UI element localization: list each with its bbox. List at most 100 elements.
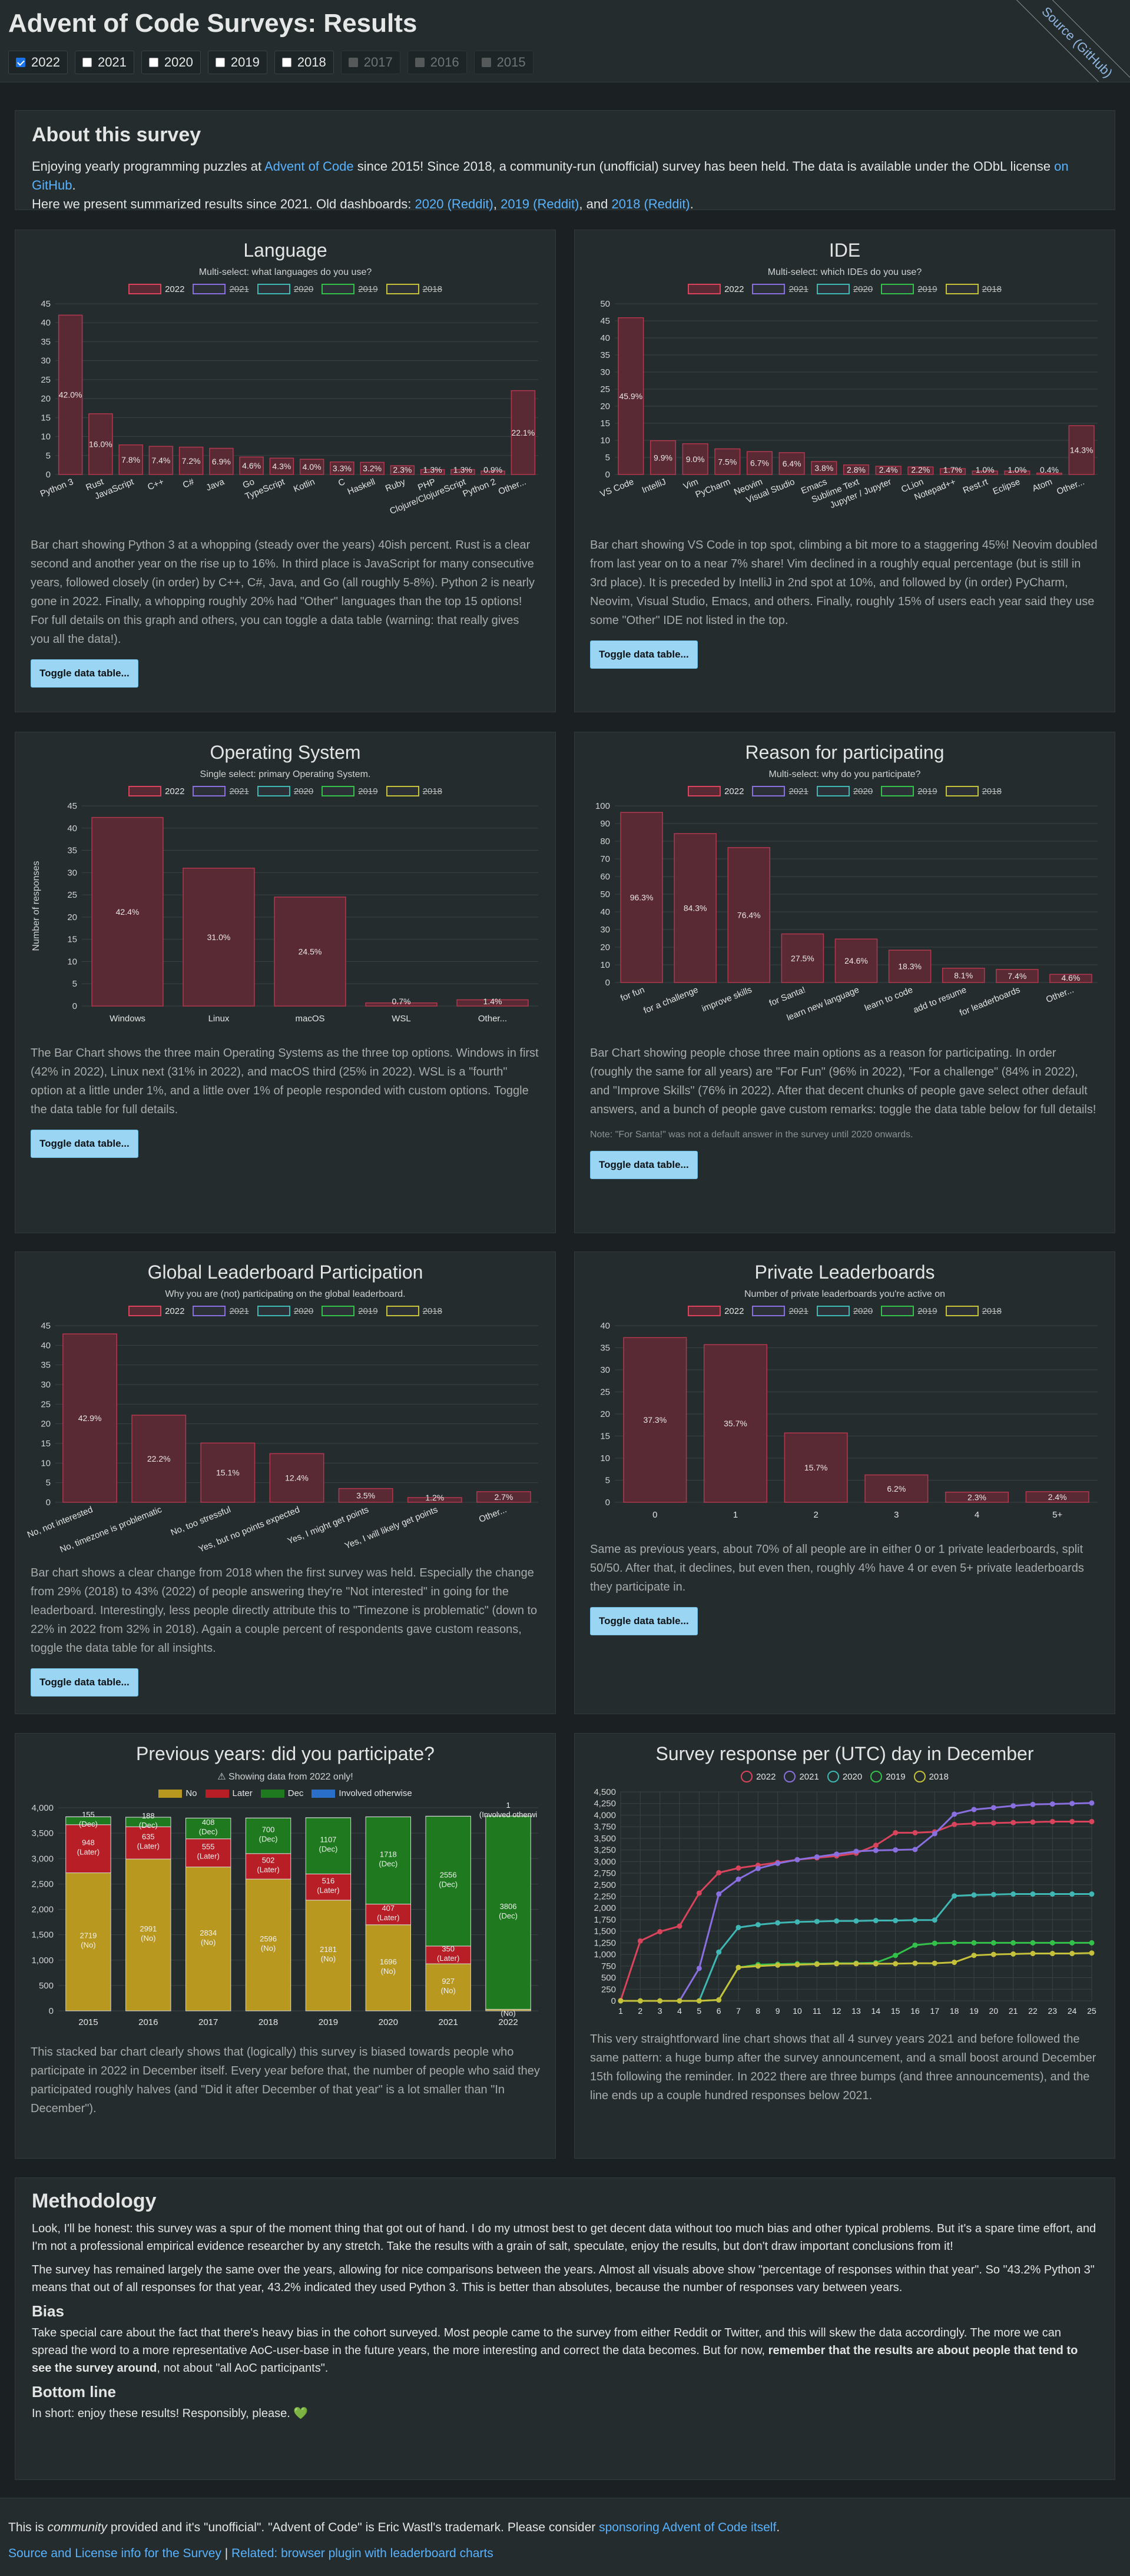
legend-item-2022[interactable]: 2022 (128, 1306, 184, 1316)
browser-plugin-link[interactable]: Related: browser plugin with leaderboard… (231, 2547, 493, 2560)
legend-item-2021[interactable]: 2021 (752, 786, 808, 796)
bar-data-label: 14.3% (1070, 446, 1093, 455)
series-point (794, 1857, 800, 1863)
legend-item-2021[interactable]: 2021 (193, 786, 249, 796)
legend-item-2021[interactable]: 2021 (784, 1771, 819, 1782)
toggle-data-table-button[interactable]: Toggle data table... (590, 1151, 698, 1179)
legend-item-2020[interactable]: 2020 (816, 1306, 873, 1316)
y-tick-label: 1,500 (31, 1930, 54, 1940)
toggle-data-table-button[interactable]: Toggle data table... (31, 1130, 138, 1158)
legend-item-2020[interactable]: 2020 (257, 284, 313, 294)
series-point (716, 1949, 722, 1955)
source-license-link[interactable]: Source and License info for the Survey (8, 2547, 221, 2560)
legend-item-2022[interactable]: 2022 (128, 786, 184, 796)
chart-note: Note: "For Santa!" was not a default ans… (590, 1130, 913, 1140)
legend-item-2018[interactable]: 2018 (386, 786, 442, 796)
legend-item[interactable]: Later (205, 1788, 253, 1798)
x-tick-label: for leaderboards (958, 985, 1022, 1018)
segment-data-label: (Dec) (259, 1835, 278, 1844)
legend-item-2020[interactable]: 2020 (257, 786, 313, 796)
x-tick-label: macOS (295, 1014, 324, 1024)
year-toggle-2020[interactable]: 2020 (141, 51, 201, 74)
toggle-data-table-button[interactable]: Toggle data table... (590, 1607, 698, 1635)
bar-data-label: 3.5% (356, 1491, 375, 1500)
legend-item-2019[interactable]: 2019 (870, 1771, 906, 1782)
series-point (1010, 1891, 1016, 1897)
y-tick-label: 25 (67, 890, 77, 900)
legend-item-2022[interactable]: 2022 (128, 284, 184, 294)
legend-item-2021[interactable]: 2021 (193, 1306, 249, 1316)
legend-item-2018[interactable]: 2018 (945, 786, 1002, 796)
checkbox-icon[interactable] (82, 58, 92, 67)
y-tick-label: 20 (67, 912, 77, 922)
methodology-p2: The survey has remained largely the same… (32, 2263, 1095, 2294)
legend-swatch (752, 1306, 786, 1316)
sponsor-link[interactable]: sponsoring Advent of Code itself (599, 2521, 776, 2534)
x-tick-label: Other... (1055, 477, 1086, 497)
legend-item-2020[interactable]: 2020 (257, 1306, 313, 1316)
about-section: About this survey Enjoying yearly progra… (15, 110, 1115, 211)
legend-item-2019[interactable]: 2019 (881, 284, 937, 294)
legend-item-2019[interactable]: 2019 (322, 284, 378, 294)
legend-label: Involved otherwise (339, 1788, 412, 1798)
x-tick-label: 2019 (319, 2017, 338, 2027)
legend-item-2018[interactable]: 2018 (386, 284, 442, 294)
legend-item-2020[interactable]: 2020 (827, 1771, 862, 1782)
legend-item-2018[interactable]: 2018 (945, 284, 1002, 294)
segment-data-label: 927 (442, 1977, 455, 1986)
checkbox-icon[interactable] (215, 58, 225, 67)
x-tick-label: 2022 (498, 2017, 518, 2027)
legend-item-2019[interactable]: 2019 (881, 1306, 937, 1316)
legend-item-2022[interactable]: 2022 (688, 786, 744, 796)
legend-item-2022[interactable]: 2022 (688, 1306, 744, 1316)
legend-item-2018[interactable]: 2018 (386, 1306, 442, 1316)
toggle-data-table-button[interactable]: Toggle data table... (31, 659, 138, 688)
legend-item-2019[interactable]: 2019 (881, 786, 937, 796)
legend-item-2018[interactable]: 2018 (913, 1771, 949, 1782)
site-title: Advent of Code Surveys: Results (8, 9, 417, 38)
series-point (912, 1942, 918, 1948)
year-toggle-2021[interactable]: 2021 (74, 51, 134, 74)
bar-data-label: 76.4% (737, 910, 761, 919)
checkbox-icon[interactable] (16, 58, 25, 67)
bar-data-label: 4.3% (272, 462, 291, 471)
toggle-data-table-button[interactable]: Toggle data table... (31, 1668, 138, 1697)
legend-marker (784, 1771, 796, 1782)
y-tick-label: 5 (605, 1476, 610, 1486)
legend-item-2020[interactable]: 2020 (816, 284, 873, 294)
dashboard-2018-link[interactable]: 2018 (Reddit) (611, 197, 690, 211)
dashboard-2019-link[interactable]: 2019 (Reddit) (501, 197, 579, 211)
legend-item-2022[interactable]: 2022 (741, 1771, 776, 1782)
year-toggle-2022[interactable]: 2022 (8, 51, 68, 74)
year-toggle-2018[interactable]: 2018 (274, 51, 334, 74)
x-tick-label: learn to code (863, 985, 914, 1013)
legend-item[interactable]: No (158, 1788, 197, 1798)
bar-data-label: 7.4% (151, 456, 170, 465)
legend-item-2018[interactable]: 2018 (945, 1306, 1002, 1316)
footer-sep: | (221, 2547, 232, 2560)
segment-data-label: 700 (262, 1825, 275, 1834)
series-point (775, 1962, 781, 1968)
about-sep-1: , (493, 197, 501, 211)
bar-data-label: 7.8% (121, 455, 140, 464)
dashboard-2020-link[interactable]: 2020 (Reddit) (415, 197, 493, 211)
legend-item-2021[interactable]: 2021 (193, 284, 249, 294)
aoc-link[interactable]: Advent of Code (264, 159, 354, 174)
legend-item[interactable]: Dec (260, 1788, 303, 1798)
bar-data-label: 9.9% (654, 453, 672, 462)
legend-item-2019[interactable]: 2019 (322, 1306, 378, 1316)
legend-item-2021[interactable]: 2021 (752, 1306, 808, 1316)
legend-item-2020[interactable]: 2020 (816, 786, 873, 796)
legend-item[interactable]: Involved otherwise (312, 1788, 412, 1798)
toggle-data-table-button[interactable]: Toggle data table... (590, 640, 698, 669)
legend-item-2019[interactable]: 2019 (322, 786, 378, 796)
bar-data-label: 3.2% (363, 464, 382, 473)
year-toggle-2019[interactable]: 2019 (207, 51, 267, 74)
checkbox-icon[interactable] (281, 58, 291, 67)
legend-item-2022[interactable]: 2022 (688, 284, 744, 294)
segment-data-label: 516 (322, 1877, 335, 1885)
y-tick-label: 15 (600, 1432, 610, 1442)
checkbox-icon[interactable] (148, 58, 158, 67)
page-header: Advent of Code Surveys: Results 2022 2021… (0, 0, 1130, 82)
legend-item-2021[interactable]: 2021 (752, 284, 808, 294)
